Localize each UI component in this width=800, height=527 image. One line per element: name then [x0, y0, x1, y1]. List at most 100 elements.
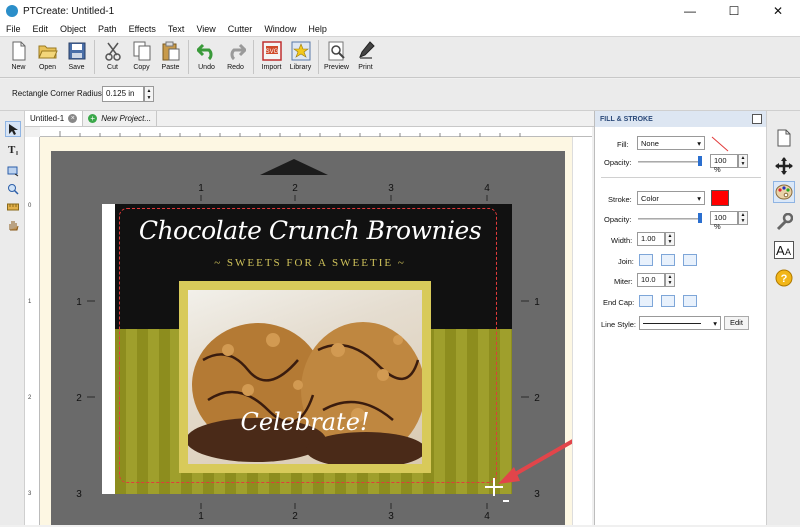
paste-button[interactable]: Paste: [156, 37, 185, 77]
menu-object[interactable]: Object: [54, 22, 92, 36]
text-tool-icon[interactable]: T: [5, 141, 21, 157]
panel-popout-icon[interactable]: [752, 114, 762, 124]
new-document-icon: [8, 40, 30, 62]
corner-radius-stepper[interactable]: ▲ ▼: [144, 86, 154, 102]
tab-untitled-1[interactable]: Untitled-1 ×: [25, 111, 84, 126]
tool-options-bar: Rectangle Corner Radius: 0.125 in ▲ ▼: [0, 79, 800, 111]
panel-divider: [601, 177, 761, 178]
menu-window[interactable]: Window: [258, 22, 302, 36]
stroke-opacity-input[interactable]: 100 %: [710, 211, 738, 231]
new-button[interactable]: New: [4, 37, 33, 77]
magnifier-preview-icon: [326, 40, 348, 62]
endcap-label: End Cap:: [603, 298, 635, 307]
copy-button[interactable]: Copy: [127, 37, 156, 77]
redo-label: Redo: [227, 64, 244, 71]
folder-open-icon: [37, 40, 59, 62]
stroke-color-swatch[interactable]: [711, 190, 729, 206]
fill-select[interactable]: None ▾: [637, 136, 705, 150]
solid-line-preview: [643, 322, 701, 324]
app-logo-icon: [6, 5, 18, 17]
fill-opacity-stepper[interactable]: ▲ ▼: [738, 154, 748, 168]
menu-cutter[interactable]: Cutter: [222, 22, 259, 36]
panel-header: FILL & STROKE: [595, 111, 766, 127]
stroke-opacity-stepper[interactable]: ▲ ▼: [738, 211, 748, 225]
fill-opacity-slider[interactable]: [638, 161, 702, 163]
menu-file[interactable]: File: [0, 22, 27, 36]
miter-label: Miter:: [614, 277, 633, 286]
stroke-label: Stroke:: [608, 195, 632, 204]
fill-opacity-label: Opacity:: [604, 158, 632, 167]
text-size-icon[interactable]: AA: [773, 239, 795, 261]
cap-square-icon[interactable]: [683, 295, 697, 307]
menu-text[interactable]: Text: [162, 22, 191, 36]
stepper-up-icon: ▲: [146, 87, 152, 94]
move-arrows-icon[interactable]: [773, 155, 795, 177]
menu-edit[interactable]: Edit: [27, 22, 55, 36]
new-label: New: [11, 64, 26, 71]
horizontal-ruler: [40, 127, 592, 137]
linestyle-label: Line Style:: [601, 320, 637, 329]
cut-button[interactable]: Cut: [98, 37, 127, 77]
join-bevel-icon[interactable]: [683, 254, 697, 266]
redo-button[interactable]: Redo: [221, 37, 250, 77]
save-label: Save: [68, 64, 85, 71]
hand-pan-icon[interactable]: [5, 217, 21, 233]
stroke-select[interactable]: Color ▾: [637, 191, 705, 205]
stroke-opacity-slider[interactable]: [638, 218, 702, 220]
svg-text:A: A: [776, 243, 785, 258]
edit-button[interactable]: Edit: [724, 316, 749, 330]
toolbar-divider: [318, 40, 319, 74]
cut-label: Cut: [107, 64, 118, 71]
stroke-opacity-slider-thumb[interactable]: [698, 213, 702, 223]
canvas-vertical-scrollbar[interactable]: [572, 137, 592, 525]
select-arrow-icon[interactable]: [5, 121, 21, 137]
cap-butt-icon[interactable]: [639, 295, 653, 307]
print-button[interactable]: Print: [351, 37, 380, 77]
save-button[interactable]: Save: [62, 37, 91, 77]
library-button[interactable]: Library: [286, 37, 315, 77]
page-icon[interactable]: [773, 127, 795, 149]
stroke-opacity-label: Opacity:: [604, 215, 632, 224]
menu-effects[interactable]: Effects: [123, 22, 162, 36]
main-toolbar: New Open Save Cut Copy Paste Undo Redo S…: [0, 36, 800, 78]
plus-icon: +: [88, 114, 98, 123]
design-canvas[interactable]: 1 2 3 4 1 2 3 4 1 2 3 1 2 3 Chocolate Cr…: [40, 137, 592, 525]
close-tab-icon[interactable]: ×: [68, 114, 78, 123]
help-icon[interactable]: ?: [773, 267, 795, 289]
preview-button[interactable]: Preview: [322, 37, 351, 77]
tab-new-project[interactable]: + New Project...: [83, 111, 158, 126]
toolbar-divider: [188, 40, 189, 74]
maximize-button[interactable]: ☐: [712, 0, 756, 22]
ruler-tool-icon[interactable]: [5, 199, 21, 215]
panel-title: FILL & STROKE: [600, 115, 653, 123]
undo-button[interactable]: Undo: [192, 37, 221, 77]
join-miter-icon[interactable]: [639, 254, 653, 266]
width-stepper[interactable]: ▲ ▼: [665, 232, 675, 246]
join-label: Join:: [618, 257, 634, 266]
close-button[interactable]: ✕: [756, 0, 800, 22]
width-input[interactable]: 1.00: [637, 232, 665, 246]
cap-round-icon[interactable]: [661, 295, 675, 307]
no-fill-swatch[interactable]: [711, 136, 729, 152]
ruler-left-tick: 1: [28, 299, 32, 305]
menu-help[interactable]: Help: [302, 22, 333, 36]
miter-stepper[interactable]: ▲ ▼: [665, 273, 675, 287]
miter-input[interactable]: 10.0: [637, 273, 665, 287]
corner-radius-input[interactable]: 0.125 in: [102, 86, 144, 102]
fill-opacity-slider-thumb[interactable]: [698, 156, 702, 166]
open-button[interactable]: Open: [33, 37, 62, 77]
svg-text:SVG: SVG: [265, 49, 278, 55]
width-label: Width:: [611, 236, 633, 245]
stroke-value: Color: [641, 193, 659, 203]
palette-icon[interactable]: [773, 181, 795, 203]
join-round-icon[interactable]: [661, 254, 675, 266]
import-button[interactable]: SVG Import: [257, 37, 286, 77]
menu-view[interactable]: View: [190, 22, 221, 36]
shape-tool-icon[interactable]: [5, 163, 21, 179]
zoom-tool-icon[interactable]: [5, 181, 21, 197]
menu-path[interactable]: Path: [92, 22, 123, 36]
linestyle-select[interactable]: ▾: [639, 316, 721, 330]
minimize-button[interactable]: —: [668, 0, 712, 22]
fill-opacity-input[interactable]: 100 %: [710, 154, 738, 174]
wrench-icon[interactable]: [773, 211, 795, 233]
